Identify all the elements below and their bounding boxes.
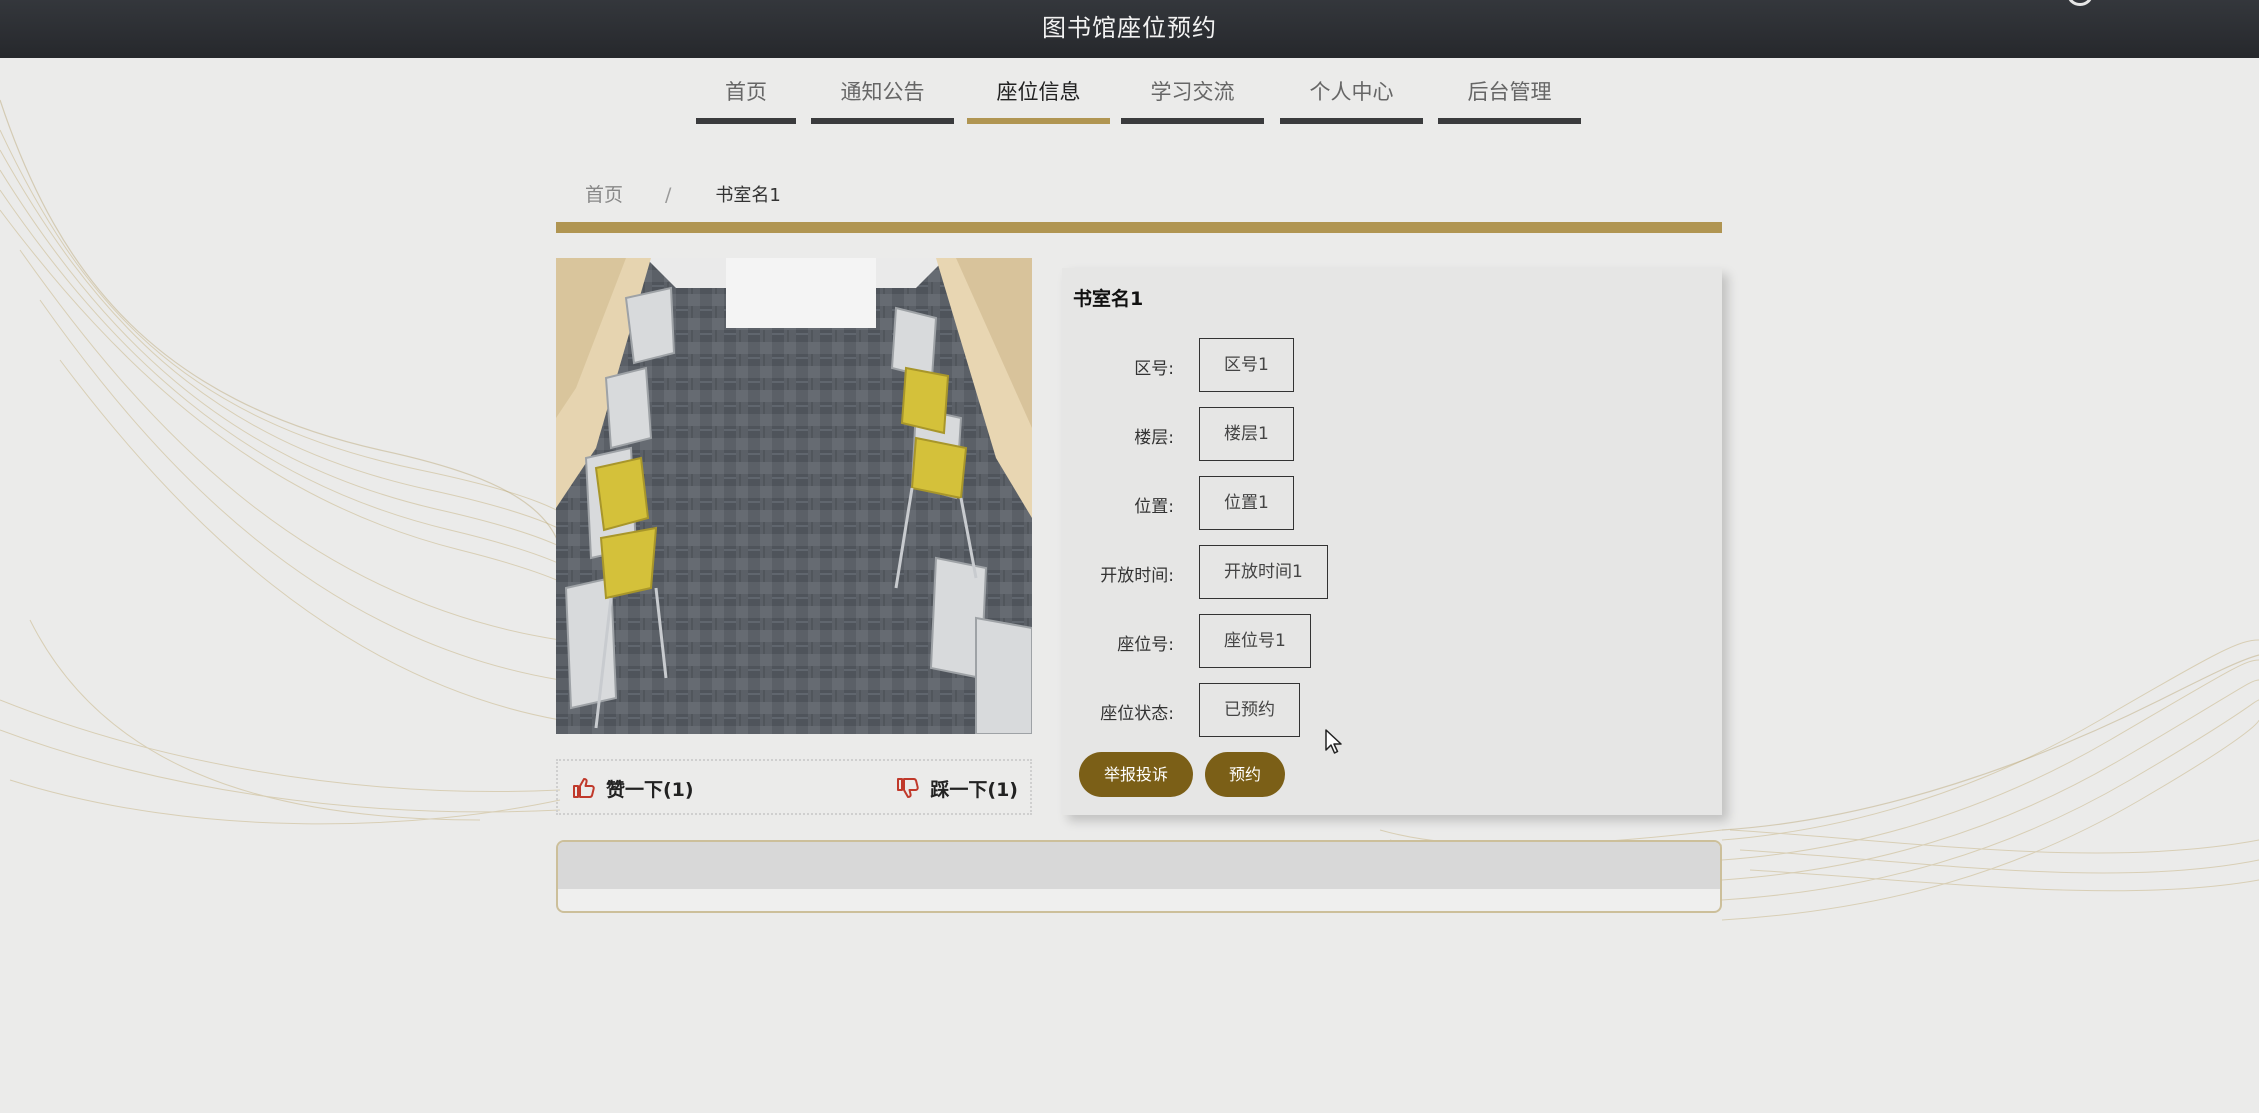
mouse-cursor-icon xyxy=(1325,729,1342,754)
field-label-seat-status: 座位状态: xyxy=(1100,704,1174,724)
nav-item-admin[interactable]: 后台管理 xyxy=(1438,58,1581,124)
vote-down-button[interactable]: 踩一下(1) xyxy=(896,774,1018,802)
field-label-zone: 区号: xyxy=(1134,359,1174,379)
field-value-open-time: 开放时间1 xyxy=(1199,545,1328,599)
report-complaint-button[interactable]: 举报投诉 xyxy=(1079,752,1193,797)
nav-item-home[interactable]: 首页 xyxy=(696,58,796,124)
breadcrumb-home-link[interactable]: 首页 xyxy=(585,184,623,206)
vote-up-button[interactable]: 赞一下(1) xyxy=(572,774,694,802)
thumbs-up-icon xyxy=(573,778,595,798)
nav-item-study-exchange[interactable]: 学习交流 xyxy=(1121,58,1264,124)
comment-section-header xyxy=(558,842,1720,889)
comment-section xyxy=(556,840,1722,913)
breadcrumb: 首页 / 书室名1 xyxy=(585,180,781,207)
vote-bar: 赞一下(1) 踩一下(1) xyxy=(556,759,1032,815)
room-photo xyxy=(556,258,1032,734)
thumbs-down-icon xyxy=(897,778,920,798)
nav-item-personal-center[interactable]: 个人中心 xyxy=(1280,58,1423,124)
reserve-button[interactable]: 预约 xyxy=(1205,752,1285,797)
breadcrumb-current: 书室名1 xyxy=(715,185,781,206)
vote-down-label: 踩一下(1) xyxy=(930,778,1018,801)
field-value-seat-number: 座位号1 xyxy=(1199,614,1311,668)
section-divider xyxy=(556,222,1722,233)
field-value-floor: 楼层1 xyxy=(1199,407,1294,461)
nav-item-notices[interactable]: 通知公告 xyxy=(811,58,954,124)
site-title: 图书馆座位预约 xyxy=(1042,14,1217,42)
nav-item-seat-info[interactable]: 座位信息 xyxy=(967,58,1110,124)
top-header-bar: 图书馆座位预约 xyxy=(0,0,2259,58)
vote-up-label: 赞一下(1) xyxy=(606,778,694,801)
field-label-floor: 楼层: xyxy=(1134,428,1174,448)
field-value-location: 位置1 xyxy=(1199,476,1294,530)
field-label-seat-number: 座位号: xyxy=(1117,635,1174,655)
field-label-location: 位置: xyxy=(1134,497,1174,517)
field-label-open-time: 开放时间: xyxy=(1100,566,1174,586)
room-detail-panel: 书室名1 区号: 区号1 楼层: 楼层1 位置: 位置1 开放时间: 开放时间1… xyxy=(1062,268,1722,815)
field-value-seat-status: 已预约 xyxy=(1199,683,1300,737)
breadcrumb-separator: / xyxy=(665,184,672,206)
field-value-zone: 区号1 xyxy=(1199,338,1294,392)
room-name: 书室名1 xyxy=(1073,288,1144,310)
